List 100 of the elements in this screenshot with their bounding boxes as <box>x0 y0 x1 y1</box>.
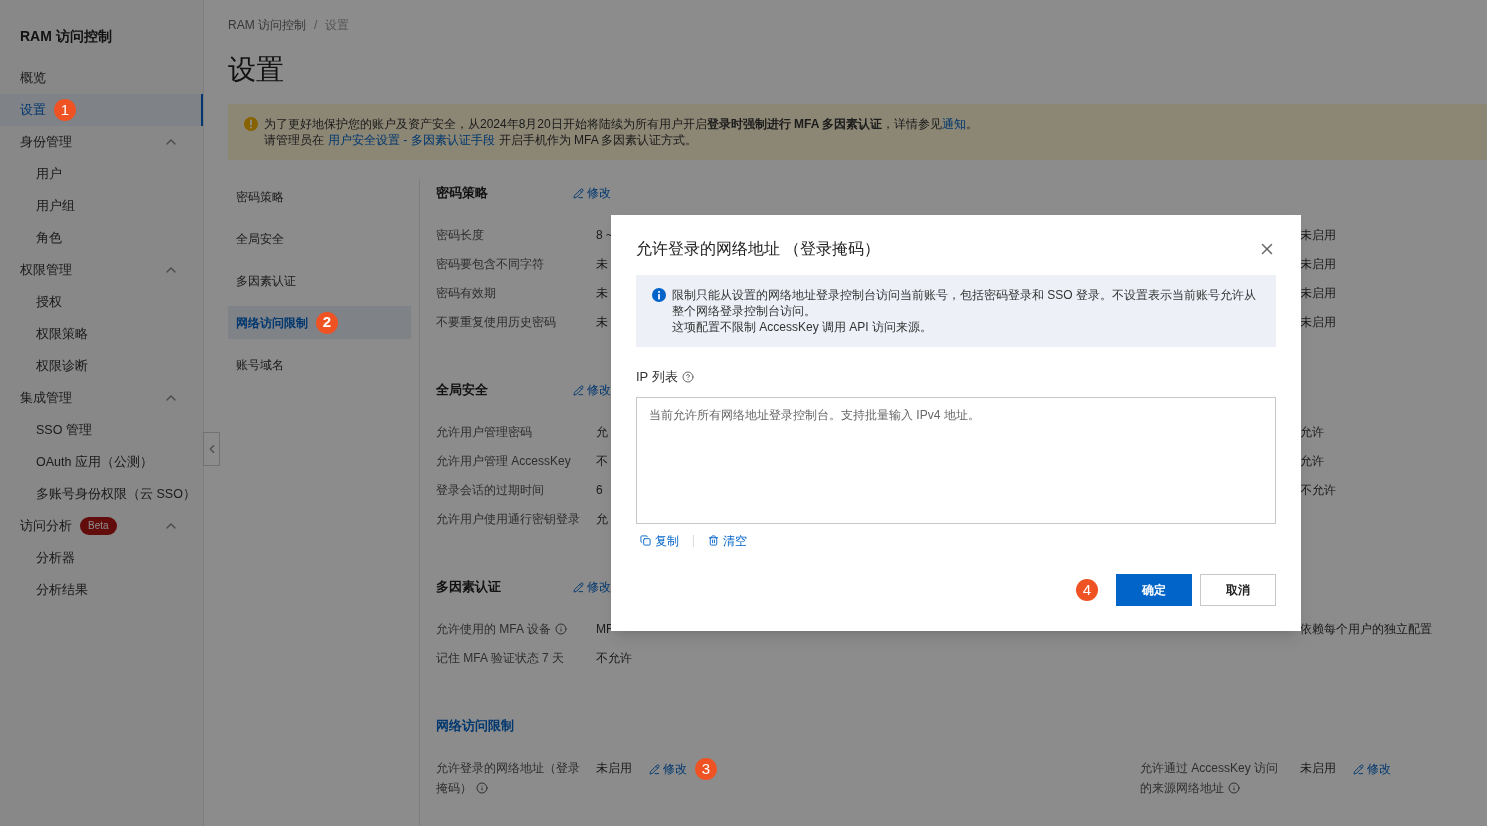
settings-nav-label: 多因素认证 <box>236 272 296 290</box>
sidebar-subitem[interactable]: 授权 <box>0 286 203 318</box>
sidebar-subitem[interactable]: OAuth 应用（公测） <box>0 446 203 478</box>
setting-value: 未启用 <box>596 760 632 777</box>
setting-label: 允许登录的网络地址（登录掩码） <box>436 760 581 797</box>
setting-label: 登录会话的过期时间 <box>436 482 545 499</box>
section-title: 全局安全 <box>436 381 489 400</box>
sidebar-item-label: 集成管理 <box>20 389 72 408</box>
edit-link[interactable]: 修改 <box>649 759 687 779</box>
sidebar-title: RAM 访问控制 <box>19 27 113 46</box>
ip-list-field[interactable]: 当前允许所有网络地址登录控制台。支持批量输入 IPv4 地址。 <box>636 396 1276 524</box>
sidebar-item-label: 设置 <box>20 101 46 120</box>
settings-nav-item[interactable]: 多因素认证 <box>228 264 411 297</box>
sidebar-item-label: 身份管理 <box>20 133 72 152</box>
setting-value: 未启用 <box>1300 227 1336 244</box>
sidebar-item-label: 访问分析 <box>20 517 72 536</box>
breadcrumb-item[interactable]: RAM 访问控制 <box>228 16 306 34</box>
copy-link[interactable]: 复制 <box>636 531 683 550</box>
sidebar-subitem[interactable]: 权限诊断 <box>0 350 203 382</box>
sidebar-subitem[interactable]: 多账号身份权限（云 SSO） <box>0 478 203 510</box>
sidebar-item[interactable]: 访问分析 Beta <box>0 510 203 542</box>
setting-value: 不允许 <box>1300 482 1336 499</box>
alert-text: 这项配置不限制 AccessKey 调用 API 访问来源。 <box>672 319 934 335</box>
notice-link[interactable]: 通知 <box>942 116 967 132</box>
sidebar-item-label: 权限管理 <box>20 261 72 280</box>
section-title: 密码策略 <box>436 184 489 203</box>
setting-label: 密码有效期 <box>436 285 497 302</box>
setting-value: 未启用 <box>1300 285 1336 302</box>
step-marker: 1 <box>54 99 76 121</box>
alert-text: 限制只能从设置的网络地址登录控制台访问当前账号，包括密码登录和 SSO 登录。不设置表示当前账号允许从整个网络登录控制台访问。 <box>672 287 1257 319</box>
beta-badge: Beta <box>80 517 117 535</box>
settings-nav-label: 账号域名 <box>236 356 284 374</box>
info-icon <box>554 623 567 635</box>
confirm-button[interactable]: 确定 <box>1116 574 1192 606</box>
page-title: 设置 <box>228 53 285 87</box>
edit-link[interactable]: 修改 <box>573 381 611 399</box>
setting-label: 密码长度 <box>436 227 485 244</box>
cancel-button[interactable]: 取消 <box>1200 574 1276 606</box>
sidebar-subitem[interactable]: 用户组 <box>0 190 203 222</box>
setting-value: 未 <box>596 285 608 302</box>
sidebar-item[interactable]: 身份管理 <box>0 126 203 158</box>
sidebar-item[interactable]: 权限管理 <box>0 254 203 286</box>
settings-nav-item[interactable]: 全局安全 <box>228 222 411 255</box>
help-icon[interactable] <box>681 370 694 383</box>
notice-text: 请管理员在 <box>264 132 324 148</box>
sidebar-subitem[interactable]: SSO 管理 <box>0 414 203 446</box>
pencil-icon <box>573 581 584 593</box>
setting-label: 允许用户管理密码 <box>436 424 533 441</box>
setting-value: 未启用 <box>1300 256 1336 273</box>
setting-label: 允许用户管理 AccessKey <box>436 453 572 470</box>
edit-link[interactable]: 修改 <box>573 578 611 596</box>
pencil-icon <box>573 384 584 396</box>
step-marker: 2 <box>316 311 338 334</box>
settings-nav-item[interactable]: 账号域名 <box>228 348 411 381</box>
setting-value: 未启用 <box>1300 760 1336 777</box>
setting-value: 6 <box>596 482 603 499</box>
sidebar-subitem[interactable]: 权限策略 <box>0 318 203 350</box>
sidebar-item[interactable]: 概览 <box>0 62 203 94</box>
setting-value: 不允许 <box>596 650 632 667</box>
step-marker: 4 <box>1076 579 1098 601</box>
clear-link[interactable]: 清空 <box>704 531 751 550</box>
sidebar-item[interactable]: 集成管理 <box>0 382 203 414</box>
edit-link[interactable]: 修改 <box>573 184 611 202</box>
trash-icon <box>708 535 719 546</box>
pencil-icon <box>649 763 660 775</box>
collapse-handle[interactable] <box>203 432 220 466</box>
settings-nav-item[interactable]: 网络访问限制 2 <box>228 306 411 339</box>
setting-value: 允许 <box>1300 424 1324 441</box>
setting-value: 允 <box>596 424 608 441</box>
section-title: 多因素认证 <box>436 578 502 597</box>
setting-value: 未启用 <box>1300 314 1336 331</box>
setting-value: 允许 <box>1300 453 1324 470</box>
setting-label: 记住 MFA 验证状态 7 天 <box>436 650 565 667</box>
pencil-icon <box>573 187 584 199</box>
sidebar-subitem[interactable]: 用户 <box>0 158 203 190</box>
setting-value: 允 <box>596 511 608 528</box>
settings-nav-item[interactable]: 密码策略 <box>228 180 411 213</box>
dialog-title: 允许登录的网络地址 （登录掩码） <box>636 239 881 259</box>
copy-icon <box>640 535 651 546</box>
notice-text: 为了更好地保护您的账户及资产安全，从2024年8月20日开始将陆续为所有用户开启登录时强制进行 MFA 多因素认证，详情参见 <box>264 116 943 132</box>
setting-label: 允许通过 AccessKey 访问的来源网络地址 <box>1140 760 1280 797</box>
setting-value: 不 <box>596 453 608 470</box>
info-icon <box>1228 782 1240 794</box>
field-label: IP 列表 <box>636 368 678 386</box>
sidebar-subitem[interactable]: 分析器 <box>0 542 203 574</box>
notice-text: 。 <box>966 116 979 132</box>
setting-value: 未 <box>596 256 608 273</box>
pencil-icon <box>1353 763 1364 775</box>
notice-link[interactable]: 用户安全设置 - 多因素认证手段 <box>328 132 495 148</box>
step-marker: 3 <box>695 758 717 780</box>
settings-nav-label: 密码策略 <box>236 188 284 206</box>
sidebar-subitem[interactable]: 角色 <box>0 222 203 254</box>
setting-label: 允许使用的 MFA 设备 <box>436 619 596 639</box>
warning-icon <box>244 117 258 131</box>
setting-value: 未 <box>596 314 608 331</box>
sidebar-item[interactable]: 设置 1 <box>0 94 203 126</box>
edit-link[interactable]: 修改 <box>1353 759 1391 779</box>
info-icon <box>476 782 488 794</box>
info-icon <box>652 288 666 302</box>
sidebar-subitem[interactable]: 分析结果 <box>0 574 203 606</box>
